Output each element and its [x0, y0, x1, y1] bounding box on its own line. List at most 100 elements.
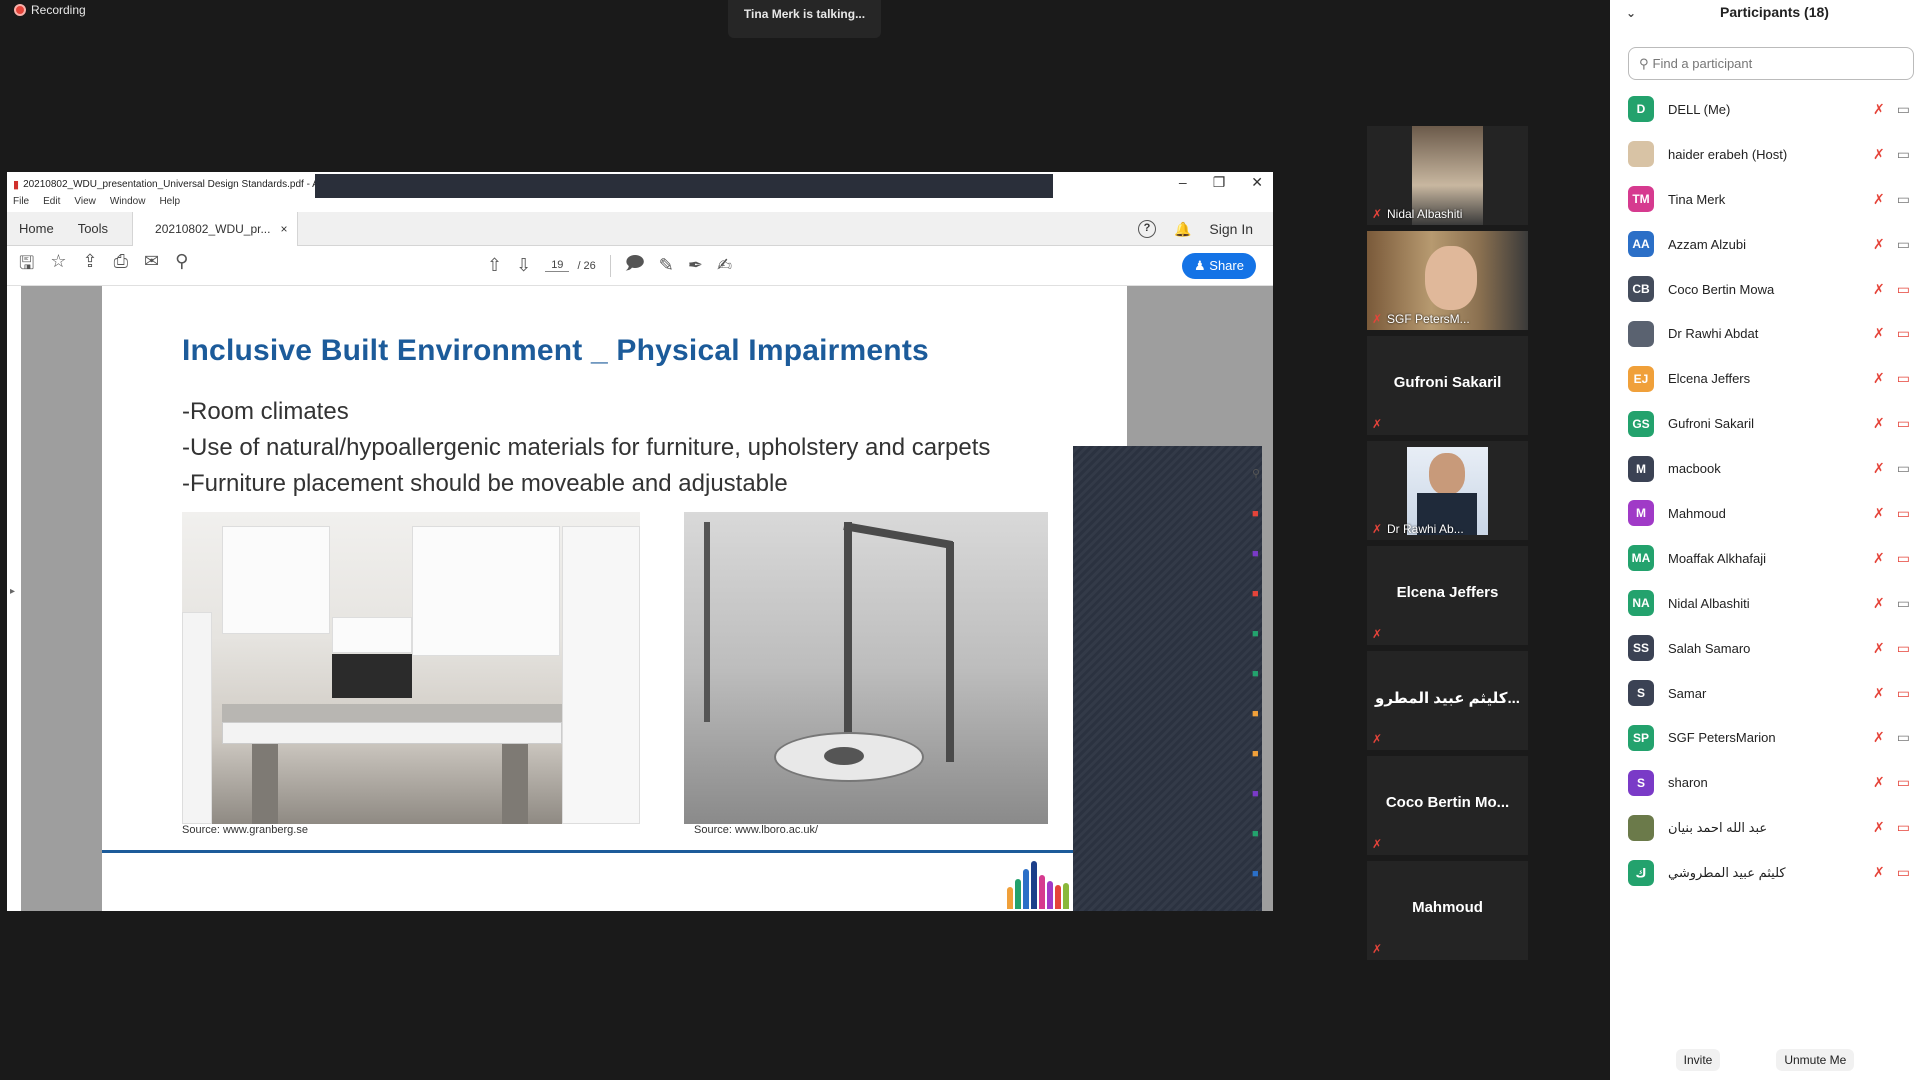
invite-button[interactable]: Invite	[1675, 1049, 1721, 1071]
document-tab-label: 20210802_WDU_pr...	[155, 221, 271, 236]
mic-off-icon: ✗	[1372, 942, 1383, 956]
slide-divider-line	[102, 850, 1127, 853]
zoom-search-icon[interactable]: ⚲	[175, 251, 188, 281]
recording-indicator[interactable]: Recording	[14, 3, 86, 17]
camera-off-icon: ▭	[1896, 504, 1910, 521]
create-pdf-icon[interactable]: ■	[1252, 588, 1262, 600]
edit-icon[interactable]: ✍	[717, 255, 732, 276]
recording-label: Recording	[31, 3, 86, 17]
video-tile[interactable]: ✗ Nidal Albashiti	[1367, 126, 1528, 225]
left-tools: 🖫 ☆ ⇪ ⎙ ✉ ⚲	[7, 251, 188, 281]
participant-row[interactable]: EJ Elcena Jeffers ✗ ▭	[1610, 356, 1920, 401]
next-page-icon[interactable]: ⇩	[516, 255, 531, 276]
participant-name: Salah Samaro	[1668, 640, 1751, 656]
participant-row[interactable]: S Samar ✗ ▭	[1610, 671, 1920, 716]
prev-page-icon[interactable]: ⇧	[487, 255, 502, 276]
share-button[interactable]: ♟ Share	[1182, 253, 1256, 279]
tile-name: Mahmoud	[1412, 899, 1483, 916]
bookmark-star-icon[interactable]: ☆	[50, 251, 66, 281]
sign-icon[interactable]: ✒	[688, 255, 703, 276]
share-label: Share	[1209, 258, 1244, 273]
tab-bar: Home Tools 20210802_WDU_pr... × ? 🔔 Sign…	[7, 211, 1273, 246]
video-tile[interactable]: Mahmoud ✗	[1367, 861, 1528, 960]
send-icon[interactable]: ■	[1252, 868, 1262, 880]
chevron-down-icon[interactable]: ⌄	[1626, 6, 1636, 20]
close-tab-icon[interactable]: ×	[280, 222, 287, 236]
right-tool-icons: ⚲ ■ ■ ■ ■ ■ ■ ■ ■ ■ ■ ⚙	[1252, 467, 1262, 911]
shared-pdf-window: ▮ 20210802_WDU_presentation_Universal De…	[7, 172, 1273, 911]
participant-row[interactable]: haider erabeh (Host) ✗ ▭	[1610, 132, 1920, 177]
minimize-icon[interactable]: –	[1179, 174, 1187, 191]
organize-icon[interactable]: ■	[1252, 548, 1262, 560]
camera-icon: ▭	[1896, 190, 1910, 207]
participant-avatar	[1628, 320, 1654, 347]
upload-icon[interactable]: ⇪	[82, 251, 97, 281]
participant-row[interactable]: SS Salah Samaro ✗ ▭	[1610, 626, 1920, 671]
video-tile[interactable]: ✗ Dr Rawhi Ab...	[1367, 441, 1528, 540]
participant-row[interactable]: Dr Rawhi Abdat ✗ ▭	[1610, 311, 1920, 356]
comment-tool-icon[interactable]: ■	[1252, 708, 1262, 720]
participant-avatar	[1628, 141, 1654, 168]
protect-icon[interactable]: ■	[1252, 788, 1262, 800]
participant-row[interactable]: GS Gufroni Sakaril ✗ ▭	[1610, 401, 1920, 446]
participant-row[interactable]: MA Moaffak Alkhafaji ✗ ▭	[1610, 536, 1920, 581]
participant-avatar: EJ	[1628, 365, 1654, 392]
document-tab[interactable]: 20210802_WDU_pr... ×	[132, 211, 299, 246]
participant-search[interactable]: ⚲ Find a participant	[1628, 47, 1914, 80]
participant-name: sharon	[1668, 775, 1708, 791]
menu-view[interactable]: View	[74, 196, 96, 212]
participant-row[interactable]: ك كليثم عبيد المطروشي ✗ ▭	[1610, 850, 1920, 895]
participant-name: Elcena Jeffers	[1668, 371, 1751, 387]
restore-icon[interactable]: ❐	[1213, 174, 1226, 191]
participant-name: DELL (Me)	[1668, 101, 1731, 117]
participant-row[interactable]: عبد الله احمد بنيان ✗ ▭	[1610, 805, 1920, 850]
page-current-input[interactable]: 19	[545, 259, 570, 272]
save-icon[interactable]: 🖫	[19, 251, 34, 281]
participant-row[interactable]: AA Azzam Alzubi ✗ ▭	[1610, 222, 1920, 267]
compress-icon[interactable]: ■	[1252, 668, 1262, 680]
participant-row[interactable]: D DELL (Me) ✗ ▭	[1610, 87, 1920, 132]
video-tile[interactable]: Coco Bertin Mo... ✗	[1367, 756, 1528, 855]
participant-row[interactable]: CB Coco Bertin Mowa ✗ ▭	[1610, 267, 1920, 312]
help-icon[interactable]: ?	[1137, 220, 1156, 238]
sign-in-link[interactable]: Sign In	[1209, 221, 1253, 237]
source-lboro: Source: www.lboro.ac.uk/	[694, 824, 819, 836]
edit-pdf-icon[interactable]: ■	[1252, 828, 1262, 840]
combine-icon[interactable]: ■	[1252, 628, 1262, 640]
video-tile[interactable]: Elcena Jeffers ✗	[1367, 546, 1528, 645]
menu-file[interactable]: File	[13, 196, 29, 212]
participant-status-icons: ✗ ▭	[1873, 550, 1910, 567]
participant-row[interactable]: Ssharon ✗ ▭	[1610, 760, 1920, 805]
zoom-icon[interactable]: ⚲	[1252, 467, 1262, 480]
left-panel-toggle[interactable]: ▸	[7, 286, 21, 911]
highlight-pen-icon[interactable]: ✎	[659, 255, 674, 276]
participant-row[interactable]: TM Tina Merk ✗ ▭	[1610, 177, 1920, 222]
camera-icon: ▭	[1896, 145, 1910, 162]
comment-icon[interactable]: 🗩	[625, 251, 645, 281]
tab-tools[interactable]: Tools	[66, 221, 120, 236]
tab-home[interactable]: Home	[7, 221, 66, 236]
bell-icon[interactable]: 🔔	[1174, 221, 1191, 238]
video-tile[interactable]: كليثم عبيد المطرو... ✗	[1367, 651, 1528, 750]
participant-status-icons: ✗ ▭	[1873, 370, 1910, 387]
fill-sign-icon[interactable]: ■	[1252, 748, 1262, 760]
mic-off-icon: ✗	[1873, 684, 1885, 701]
close-icon[interactable]: ✕	[1251, 174, 1263, 191]
video-tile[interactable]: Gufroni Sakaril ✗	[1367, 336, 1528, 435]
participant-row[interactable]: M Mahmoud ✗ ▭	[1610, 491, 1920, 536]
camera-off-icon: ▭	[1896, 774, 1910, 791]
menu-edit[interactable]: Edit	[43, 196, 60, 212]
camera-off-icon: ▭	[1896, 819, 1910, 836]
print-icon[interactable]: ⎙	[114, 251, 128, 281]
export-pdf-icon[interactable]: ■	[1252, 508, 1262, 520]
mic-off-icon: ✗	[1873, 819, 1885, 836]
menu-help[interactable]: Help	[159, 196, 180, 212]
more-tools-icon[interactable]: ⚙	[1252, 908, 1262, 911]
participant-row[interactable]: NA Nidal Albashiti ✗ ▭	[1610, 581, 1920, 626]
menu-window[interactable]: Window	[110, 196, 146, 212]
unmute-me-button[interactable]: Unmute Me	[1776, 1049, 1855, 1071]
video-tile[interactable]: ✗ SGF PetersM...	[1367, 231, 1528, 330]
email-icon[interactable]: ✉	[144, 251, 159, 281]
participant-row[interactable]: Mmacbook ✗ ▭	[1610, 446, 1920, 491]
participant-row[interactable]: SP SGF PetersMarion ✗ ▭	[1610, 715, 1920, 760]
